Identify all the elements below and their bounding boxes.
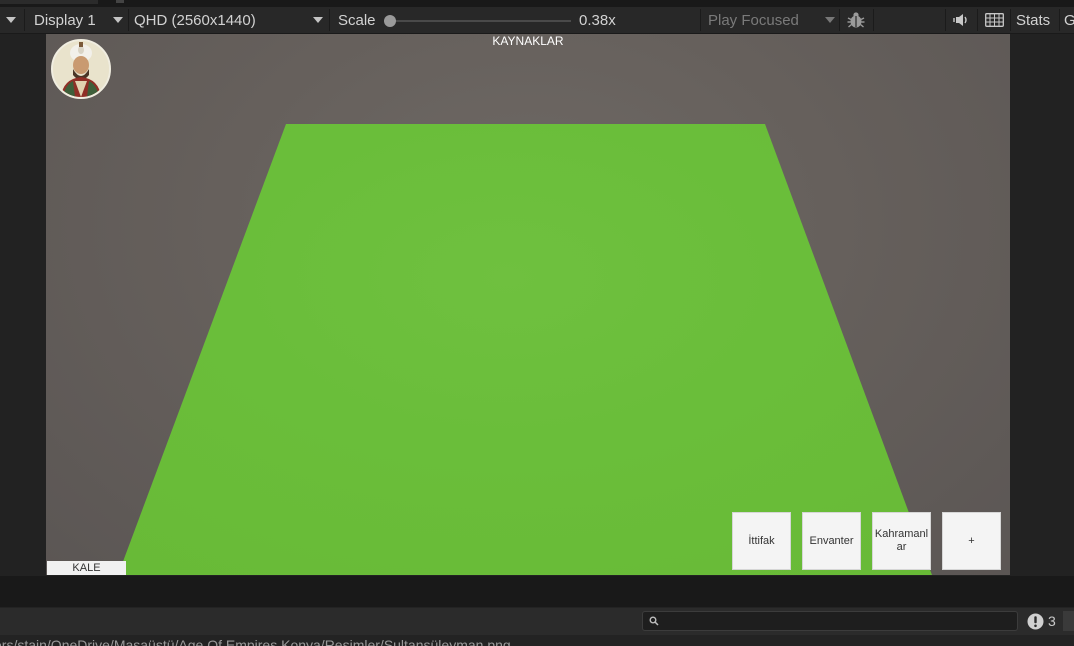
tab-indicator-secondary [116,0,124,3]
scale-slider-track[interactable] [388,20,571,22]
console-options-button[interactable] [1063,611,1074,631]
status-file-path: ers/stajn/OneDrive/Masaüstü/Age Of Empir… [0,637,511,646]
stats-button[interactable]: Stats [1016,7,1050,33]
game-viewport[interactable]: KAYNAKLAR KALE İttifak Envanter Kahraman… [46,34,1010,575]
console-info-counter[interactable]: 3 [1027,611,1056,631]
speaker-icon [953,14,967,26]
search-input[interactable] [661,612,1011,630]
toolbar-menu-dropdown[interactable] [6,7,16,33]
play-mode-label: Play Focused [708,11,799,29]
chevron-down-icon [825,17,835,23]
message-count: 3 [1048,613,1056,629]
panel-gap [0,576,1074,607]
inventory-button[interactable]: Envanter [802,512,861,570]
resolution-label: QHD (2560x1440) [134,11,256,29]
shortcuts-toggle[interactable] [982,7,1006,33]
tab-indicator [0,0,98,4]
display-dropdown[interactable]: Display 1 [26,7,128,33]
status-bar: ers/stajn/OneDrive/Masaüstü/Age Of Empir… [0,635,1074,646]
toolbar-separator [945,9,946,31]
toolbar-separator [329,9,330,31]
scale-slider-handle[interactable] [384,15,396,27]
toolbar-separator [1059,9,1060,31]
add-button[interactable]: + [942,512,1001,570]
mute-audio-toggle[interactable] [950,7,972,33]
gizmos-button[interactable]: G [1064,7,1074,33]
scale-label: Scale [338,11,376,29]
exclamation-icon [1027,613,1044,629]
game-view-toolbar: Display 1 QHD (2560x1440) Scale 0.38x Pl… [0,7,1074,34]
toolbar-separator [873,9,874,31]
sultan-portrait-icon [53,41,109,97]
resolution-dropdown[interactable]: QHD (2560x1440) [129,7,329,33]
scale-value: 0.38x [579,11,616,29]
toolbar-separator [1010,9,1011,31]
search-icon [649,616,659,626]
chevron-down-icon [113,17,123,23]
toolbar-separator [977,9,978,31]
heroes-button[interactable]: Kahramanlar [872,512,931,570]
top-strip [0,0,1074,7]
debug-toggle[interactable] [844,7,868,33]
sultan-portrait-avatar[interactable] [51,39,111,99]
display-label: Display 1 [34,11,96,29]
play-mode-dropdown[interactable]: Play Focused [701,7,839,33]
castle-button[interactable]: KALE [47,561,126,575]
alliance-button[interactable]: İttifak [732,512,791,570]
keyboard-icon [984,13,1004,27]
console-search-field[interactable] [642,611,1018,631]
ground-plane [118,124,932,575]
bug-icon [847,12,865,28]
chevron-down-icon [313,17,323,23]
toolbar-separator [24,9,25,31]
toolbar-separator [839,9,840,31]
chevron-down-icon [6,17,16,23]
resources-label: KAYNAKLAR [492,34,564,48]
